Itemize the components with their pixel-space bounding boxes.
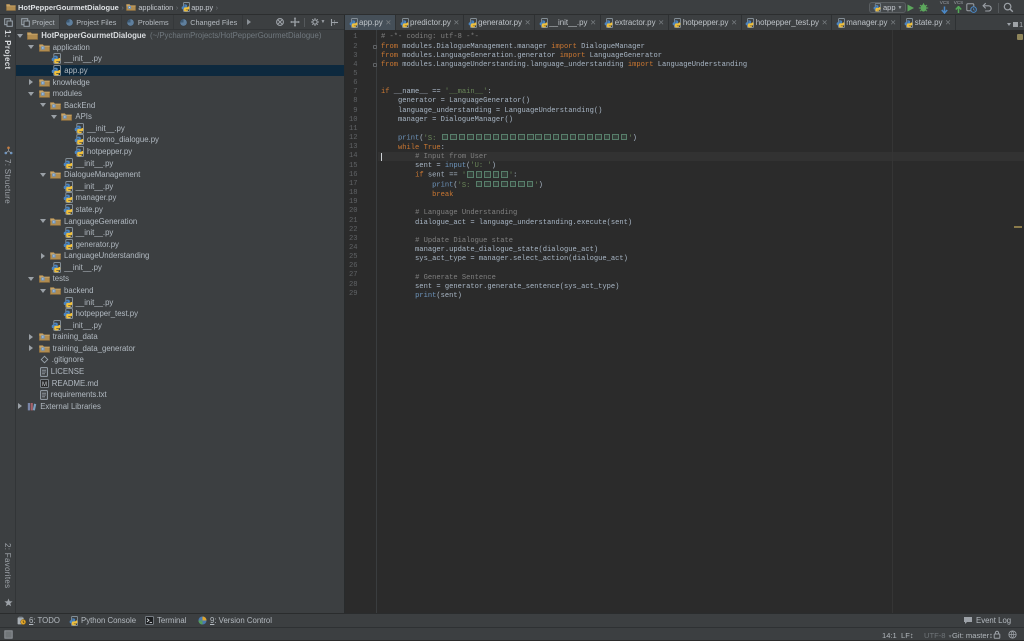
svg-text:M: M [42,381,47,387]
